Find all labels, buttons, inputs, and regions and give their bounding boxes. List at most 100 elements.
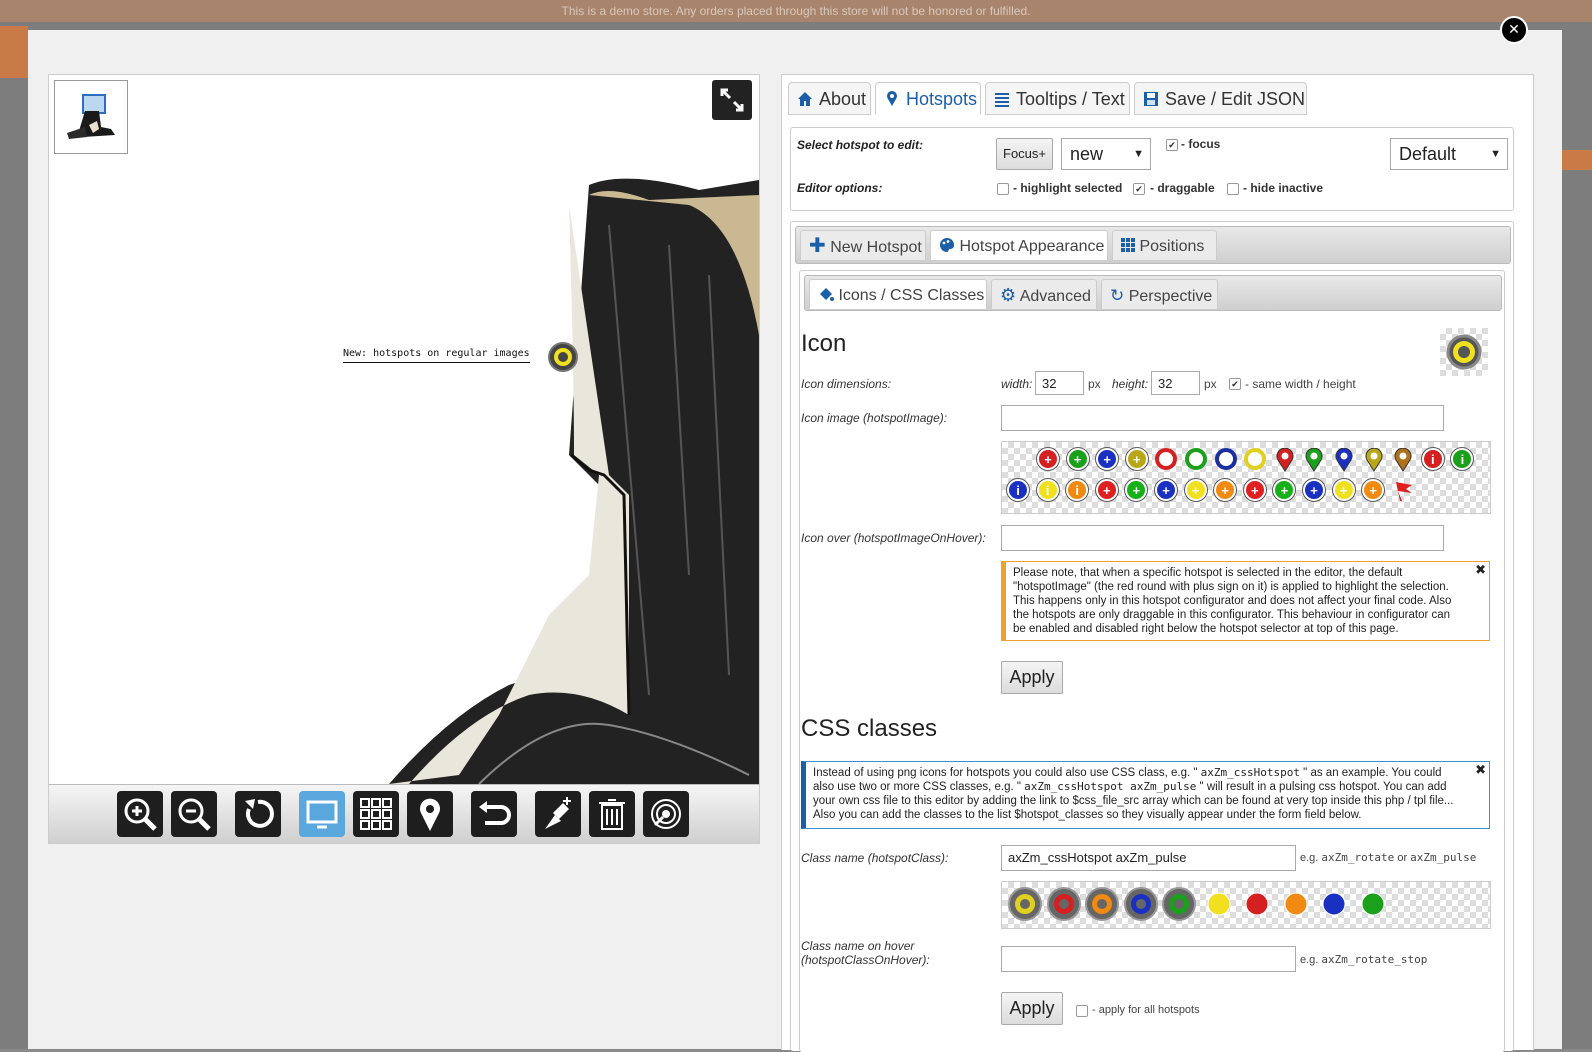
zoom-out-button[interactable]	[171, 791, 217, 837]
highlight-selected-label: - highlight selected	[1013, 181, 1123, 195]
draggable-checkbox[interactable]: ✔	[1133, 183, 1145, 195]
focus-checkbox-label: - focus	[1181, 137, 1221, 151]
modal-close-button[interactable]: ✕	[1500, 16, 1528, 44]
same-wh-checkbox[interactable]: ✔	[1229, 378, 1241, 390]
icon-over-label: Icon over (hotspotImageOnHover):	[801, 531, 986, 545]
add-hotspot-button[interactable]	[535, 791, 581, 837]
tab-save-json[interactable]: Save / Edit JSON	[1134, 82, 1307, 115]
css-ring-hotspot-icon[interactable]	[1084, 886, 1120, 927]
plus-hotspot-icon[interactable]: +	[1125, 479, 1148, 501]
apply-all-label: - apply for all hotspots	[1092, 1004, 1200, 1016]
preset-select[interactable]: Default ▼	[1390, 138, 1508, 170]
image-viewer[interactable]: New: hotspots on regular images	[48, 74, 760, 844]
hotspots-toggle-button[interactable]	[407, 791, 453, 837]
hotspot-subpanel: ✚ New Hotspot Hotspot Appearance Positio…	[790, 221, 1514, 1052]
class-hover-label-1: Class name on hover	[801, 939, 915, 953]
info-hotspot-icon[interactable]: i	[1007, 479, 1029, 501]
plus-hotspot-icon[interactable]: +	[1125, 448, 1148, 470]
tab-about[interactable]: About	[788, 82, 871, 115]
plus-hotspot-icon[interactable]: +	[1273, 479, 1296, 501]
undo-button[interactable]	[471, 791, 517, 837]
highlight-selected-checkbox[interactable]	[997, 183, 1009, 195]
plus-hotspot-icon[interactable]: +	[1037, 448, 1059, 470]
hide-inactive-checkbox[interactable]	[1227, 183, 1239, 195]
css-solid-hotspot-icon[interactable]	[1322, 892, 1346, 921]
tab-tooltips[interactable]: Tooltips / Text	[985, 82, 1130, 115]
palette-icon	[939, 238, 955, 255]
ring-hotspot-icon[interactable]	[1244, 448, 1267, 470]
tab-positions-label: Positions	[1139, 238, 1205, 255]
css-solid-hotspot-icon[interactable]	[1361, 892, 1385, 921]
css-solid-hotspot-icon[interactable]	[1284, 892, 1308, 921]
plus-hotspot-icon[interactable]: +	[1095, 479, 1118, 501]
apply-icon-button[interactable]: Apply	[1001, 661, 1063, 694]
pin-hotspot-icon[interactable]	[1333, 447, 1355, 472]
css-ring-hotspot-icon[interactable]	[1046, 886, 1082, 927]
class-name-input[interactable]: axZm_cssHotspot axZm_pulse	[1001, 845, 1296, 871]
width-unit: px	[1088, 377, 1101, 391]
css-solid-hotspot-icon[interactable]	[1207, 892, 1231, 921]
plus-hotspot-icon[interactable]: +	[1243, 479, 1266, 501]
ring-hotspot-icon[interactable]	[1155, 448, 1178, 470]
pin-hotspot-icon[interactable]	[1303, 447, 1325, 472]
reset-button[interactable]	[235, 791, 281, 837]
css-classes-heading: CSS classes	[801, 715, 938, 742]
info-hotspot-icon[interactable]: i	[1451, 448, 1474, 470]
css-note-code-1: axZm_cssHotspot	[1200, 766, 1300, 779]
info-hotspot-icon[interactable]: i	[1421, 448, 1444, 470]
class-hover-input[interactable]	[1001, 946, 1296, 972]
spin-button[interactable]	[643, 791, 689, 837]
screen-icon	[306, 800, 338, 829]
ring-hotspot-icon[interactable]	[1214, 448, 1237, 470]
tab-advanced[interactable]: ⚙ Advanced	[991, 279, 1097, 310]
css-ring-hotspot-icon[interactable]	[1007, 886, 1043, 927]
tab-positions[interactable]: Positions	[1112, 230, 1217, 261]
draggable-label: - draggable	[1150, 181, 1215, 195]
zoom-in-button[interactable]	[117, 791, 163, 837]
tab-new-hotspot[interactable]: ✚ New Hotspot	[800, 230, 926, 261]
tab-hotspot-appearance[interactable]: Hotspot Appearance	[930, 230, 1108, 261]
plus-hotspot-icon[interactable]: +	[1184, 479, 1207, 501]
hotspot-tooltip-label[interactable]: New: hotspots on regular images	[343, 348, 530, 363]
fullscreen-mode-button[interactable]	[299, 791, 345, 837]
tab-perspective[interactable]: ↻ Perspective	[1101, 279, 1218, 310]
tab-icons-css-classes[interactable]: Icons / CSS Classes	[809, 279, 987, 310]
icon-over-input[interactable]	[1001, 525, 1444, 551]
info-hotspot-icon[interactable]: i	[1036, 479, 1059, 501]
focus-plus-button[interactable]: Focus+	[996, 138, 1053, 170]
icon-image-input[interactable]	[1001, 405, 1444, 431]
sub-tabs: ✚ New Hotspot Hotspot Appearance Positio…	[795, 226, 1511, 264]
css-solid-hotspot-icon[interactable]	[1245, 892, 1269, 921]
hotspot-select[interactable]: new ▼	[1061, 138, 1151, 170]
plus-hotspot-icon[interactable]: +	[1303, 479, 1325, 501]
delete-button[interactable]	[589, 791, 635, 837]
plus-hotspot-icon[interactable]: +	[1332, 479, 1355, 501]
plus-hotspot-icon[interactable]: +	[1155, 479, 1177, 501]
editor-options-label: Editor options:	[797, 181, 883, 195]
focus-checkbox[interactable]: ✔	[1166, 139, 1178, 151]
height-input[interactable]: 32	[1151, 371, 1200, 395]
appearance-panel: Icons / CSS Classes ⚙ Advanced ↻ Perspec…	[799, 270, 1505, 1052]
close-css-note-icon[interactable]: ✖	[1475, 763, 1486, 777]
pin-hotspot-icon[interactable]	[1274, 447, 1296, 472]
apply-all-checkbox[interactable]	[1076, 1005, 1088, 1017]
css-ring-hotspot-icon[interactable]	[1123, 886, 1159, 927]
gallery-button[interactable]	[353, 791, 399, 837]
css-ring-hotspot-icon[interactable]	[1161, 886, 1197, 927]
info-hotspot-icon[interactable]: i	[1066, 479, 1089, 501]
tab-hotspots[interactable]: Hotspots	[875, 82, 981, 115]
width-input[interactable]: 32	[1035, 371, 1084, 395]
close-note-icon[interactable]: ✖	[1475, 563, 1486, 577]
ring-hotspot-icon[interactable]	[1185, 448, 1207, 470]
apply-class-button[interactable]: Apply	[1001, 992, 1063, 1025]
trash-icon	[599, 799, 625, 830]
plus-hotspot-icon[interactable]: +	[1066, 448, 1089, 470]
tab-save-json-label: Save / Edit JSON	[1165, 89, 1306, 109]
flag-hotspot-icon[interactable]	[1392, 479, 1414, 501]
pin-hotspot-icon[interactable]	[1392, 447, 1414, 472]
plus-hotspot-icon[interactable]: +	[1214, 479, 1237, 501]
plus-hotspot-icon[interactable]: +	[1362, 479, 1385, 501]
plus-hotspot-icon[interactable]: +	[1096, 448, 1119, 470]
pin-hotspot-icon[interactable]	[1363, 447, 1385, 472]
page-logo-fragment	[0, 26, 28, 78]
